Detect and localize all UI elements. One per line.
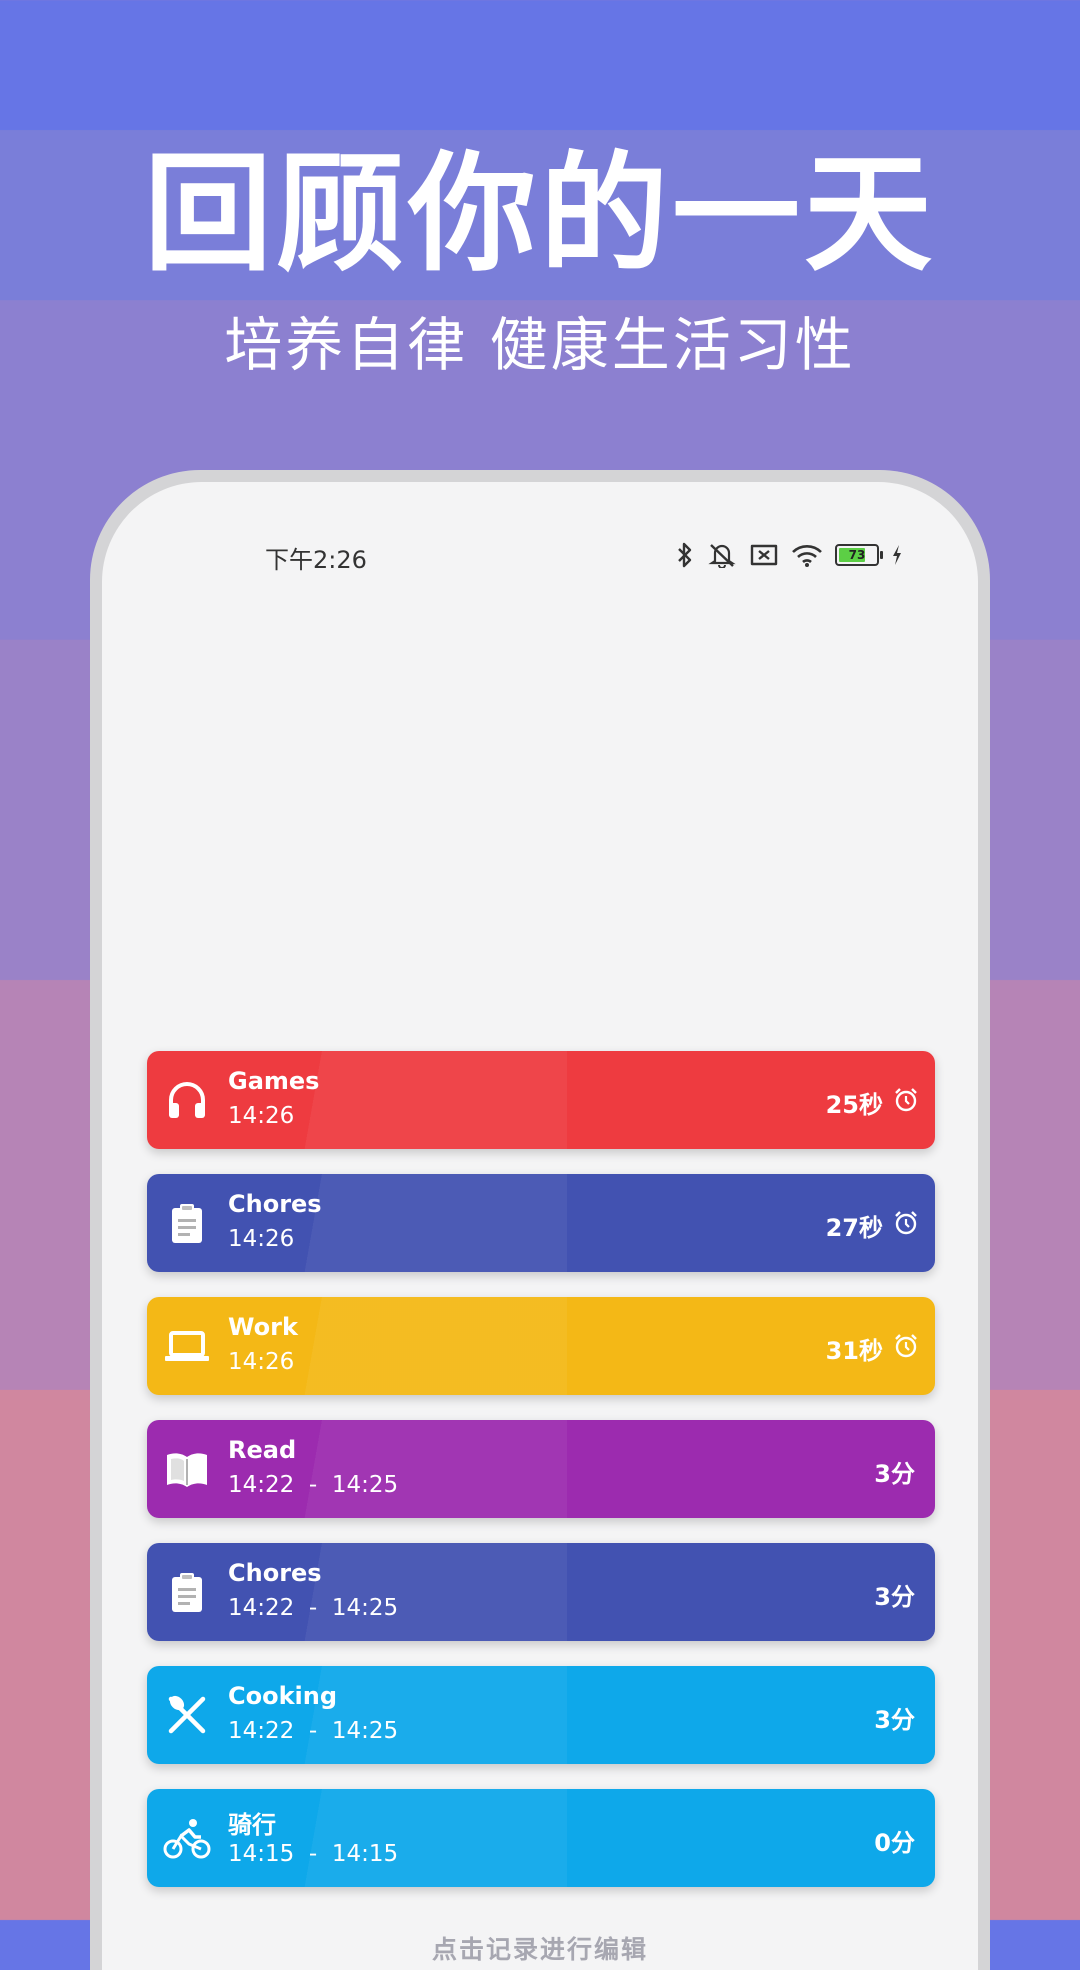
phone-screen: 下午2:26 73 Games 14:26 25秒 Chores 14:26 2… <box>102 482 978 1970</box>
status-icons: 73 <box>675 542 903 568</box>
record-duration: 31秒 <box>825 1337 883 1365</box>
record-duration: 27秒 <box>825 1214 883 1242</box>
record-time: 14:22 - 14:25 <box>228 1472 399 1498</box>
record-card[interactable]: Read 14:22 - 14:25 3分 <box>147 1420 935 1518</box>
record-time: 14:22 - 14:25 <box>228 1718 399 1744</box>
charging-icon <box>891 544 903 566</box>
laptop-icon <box>163 1322 211 1370</box>
record-card[interactable]: Chores 14:26 27秒 <box>147 1174 935 1272</box>
edit-hint: 点击记录进行编辑 <box>431 1935 648 1964</box>
record-duration: 3分 <box>874 1583 915 1611</box>
clipboard-icon <box>163 1568 211 1616</box>
battery-percent: 73 <box>848 548 866 562</box>
wifi-icon <box>791 543 823 567</box>
record-duration: 3分 <box>874 1460 915 1488</box>
headphones-icon <box>163 1076 211 1124</box>
alarm-clock-icon <box>893 1210 919 1236</box>
no-sim-icon <box>749 543 779 567</box>
record-card[interactable]: Cooking 14:22 - 14:25 3分 <box>147 1666 935 1764</box>
book-icon <box>163 1445 211 1493</box>
record-card[interactable]: Chores 14:22 - 14:25 3分 <box>147 1543 935 1641</box>
record-time: 14:26 <box>228 1103 295 1129</box>
record-title: Chores <box>228 1190 322 1218</box>
record-duration: 25秒 <box>825 1091 883 1119</box>
record-duration: 0分 <box>874 1829 915 1857</box>
muted-bell-icon <box>707 542 737 568</box>
record-title: Games <box>228 1067 320 1095</box>
battery-icon: 73 <box>835 544 883 566</box>
record-title: Cooking <box>228 1682 338 1710</box>
record-title: Chores <box>228 1559 322 1587</box>
record-duration: 3分 <box>874 1706 915 1734</box>
record-title: 骑行 <box>228 1811 276 1839</box>
record-title: Work <box>228 1313 298 1341</box>
record-card[interactable]: Work 14:26 31秒 <box>147 1297 935 1395</box>
record-card[interactable]: 骑行 14:15 - 14:15 0分 <box>147 1789 935 1887</box>
record-title: Read <box>228 1436 297 1464</box>
phone-frame: 下午2:26 73 Games 14:26 25秒 Chores 14:26 2… <box>90 470 990 1970</box>
utensils-icon <box>163 1691 211 1739</box>
record-time: 14:26 <box>228 1226 295 1252</box>
promo-headline: 回顾你的一天 <box>143 140 936 289</box>
clipboard-icon <box>163 1199 211 1247</box>
alarm-clock-icon <box>893 1333 919 1359</box>
record-time: 14:22 - 14:25 <box>228 1595 399 1621</box>
alarm-clock-icon <box>893 1087 919 1113</box>
record-time: 14:15 - 14:15 <box>228 1841 399 1867</box>
status-bar: 下午2:26 73 <box>102 540 978 580</box>
cyclist-icon <box>163 1814 211 1862</box>
promo-subline: 培养自律 健康生活习性 <box>224 311 856 379</box>
record-card[interactable]: Games 14:26 25秒 <box>147 1051 935 1149</box>
record-time: 14:26 <box>228 1349 295 1375</box>
status-time: 下午2:26 <box>265 546 367 574</box>
bluetooth-icon <box>675 542 695 568</box>
